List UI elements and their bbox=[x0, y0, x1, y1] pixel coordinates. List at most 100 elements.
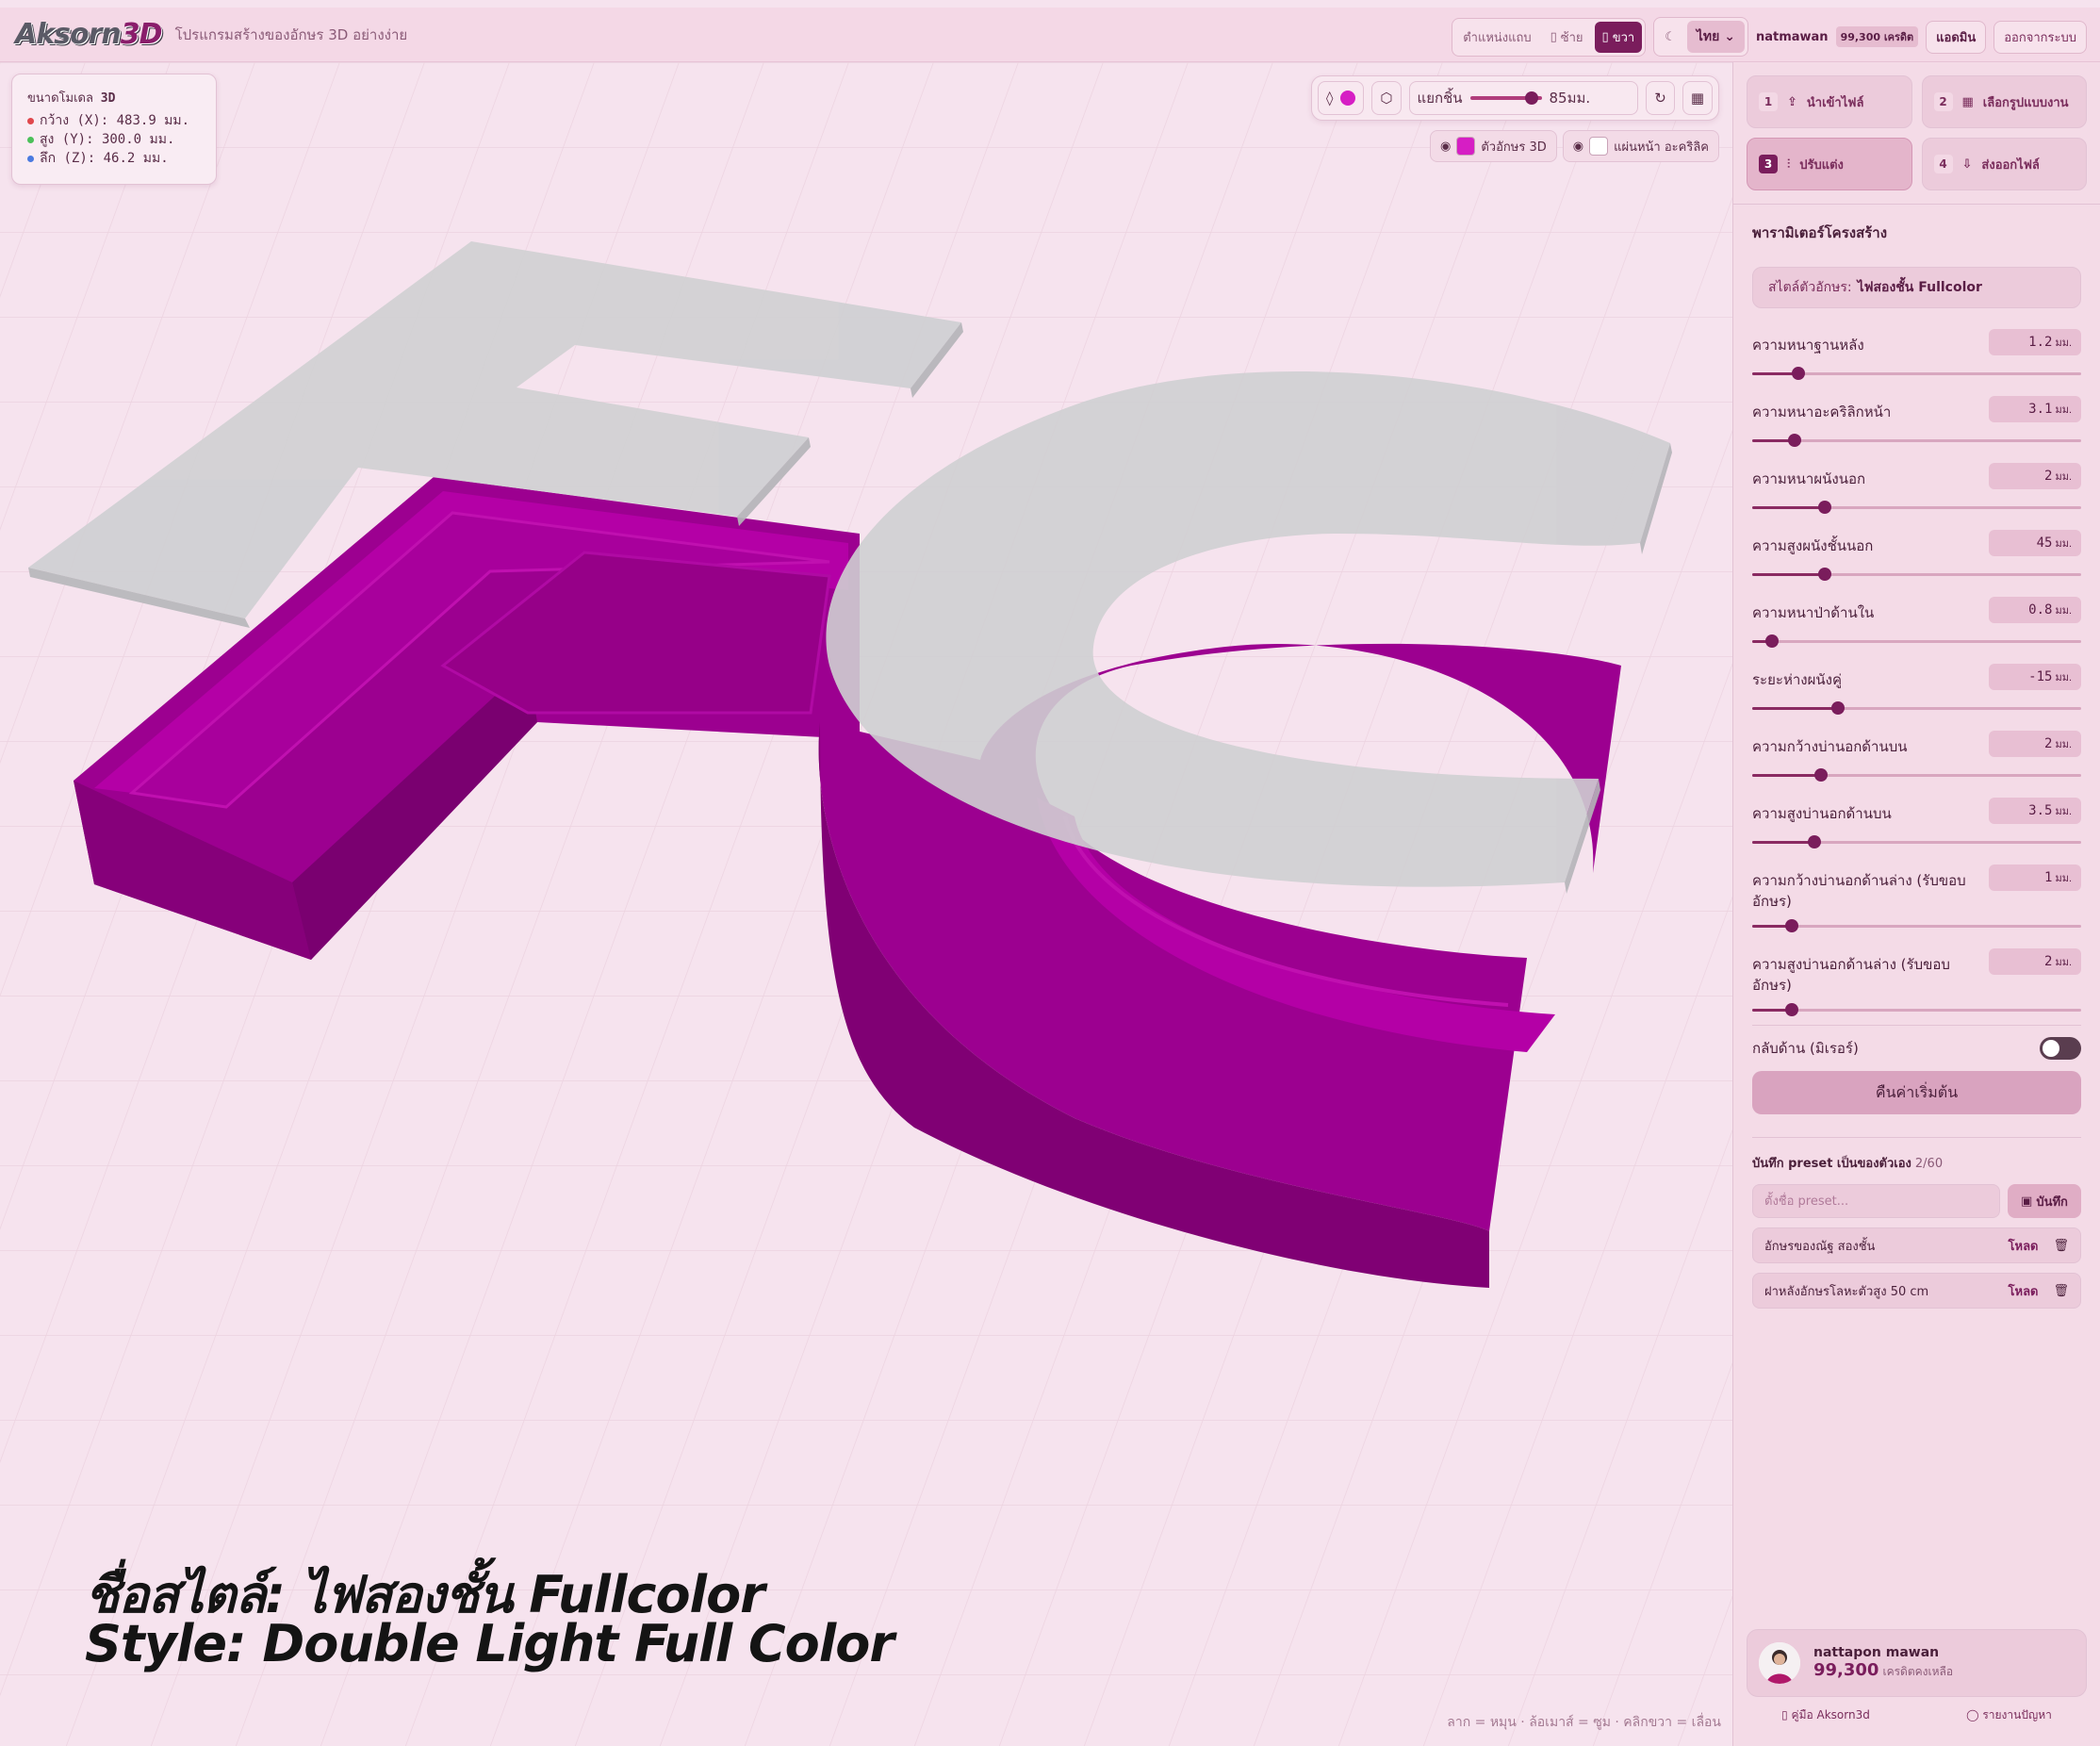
color-mode-toggle[interactable]: ◊ bbox=[1318, 81, 1365, 115]
trash-icon[interactable]: 🗑 bbox=[2053, 1284, 2069, 1298]
param-slider[interactable] bbox=[1752, 1003, 2081, 1016]
param-row: ระยะห่างผนังคู่ -15 มม. bbox=[1733, 656, 2100, 723]
layer-toggles: ◉ ตัวอักษร 3D ◉ แผ่นหน้า อะคริลิค bbox=[1430, 130, 1719, 162]
param-label: ความหนาป่าด้านใน bbox=[1752, 604, 1875, 621]
style-name-english: Style: Double Light Full Color bbox=[85, 1614, 894, 1673]
param-row: ความหนาป่าด้านใน 0.8 มม. bbox=[1733, 589, 2100, 656]
param-value-input[interactable]: -15 มม. bbox=[1989, 664, 2081, 690]
dark-mode-button[interactable]: ☾ bbox=[1657, 25, 1683, 50]
param-slider-knob[interactable] bbox=[1817, 568, 1831, 581]
cube-icon: ⬡ bbox=[1380, 90, 1393, 107]
param-value-input[interactable]: 1.2 มม. bbox=[1989, 329, 2081, 355]
sliders-icon: ⫶ bbox=[1787, 156, 1791, 172]
param-row: ความสูงบ่านอกด้านล่าง (รับขอบอักษร) 2 มม. bbox=[1733, 941, 2100, 1025]
letter-color-swatch[interactable] bbox=[1456, 137, 1476, 156]
param-value-input[interactable]: 3.5 มม. bbox=[1989, 798, 2081, 824]
refresh-icon: ↻ bbox=[1654, 90, 1666, 107]
language-select[interactable]: ไทย ⌄ bbox=[1686, 21, 1745, 53]
param-value-input[interactable]: 2 มม. bbox=[1989, 948, 2081, 975]
preset-title: บันทึก preset เป็นของตัวเอง 2/60 bbox=[1752, 1137, 2081, 1173]
param-value-input[interactable]: 1 มม. bbox=[1989, 865, 2081, 891]
param-slider-knob[interactable] bbox=[1784, 1003, 1798, 1016]
book-icon: ▯ bbox=[1781, 1708, 1788, 1721]
param-slider[interactable] bbox=[1752, 919, 2081, 932]
sidebar-position-label: ตำแหน่งแถบ bbox=[1463, 30, 1532, 45]
param-slider-knob[interactable] bbox=[1784, 919, 1798, 932]
profile-credits: 99,300 เครดิตคงเหลือ bbox=[1813, 1660, 1954, 1680]
app-logo[interactable]: Aksorn3D bbox=[15, 18, 163, 51]
sidebar-position-group: ตำแหน่งแถบ ▯ ซ้าย ▯ ขวา bbox=[1452, 17, 1647, 57]
logout-button[interactable]: ออกจากระบบ bbox=[1993, 20, 2087, 54]
sidebar-left-button[interactable]: ▯ ซ้าย bbox=[1543, 22, 1591, 53]
reset-defaults-button[interactable]: คืนค่าเริ่มต้น bbox=[1752, 1071, 2081, 1114]
3d-scene[interactable] bbox=[0, 62, 1732, 1746]
step-choose-style[interactable]: 2 ▦ เลือกรูปแบบงาน bbox=[1921, 75, 2087, 128]
param-value-input[interactable]: 2 มม. bbox=[1989, 463, 2081, 489]
top-bar: Aksorn3D โปรแกรมสร้างของอักษร 3D อย่างง่… bbox=[0, 8, 2100, 62]
profile-name: nattapon mawan bbox=[1813, 1645, 1940, 1660]
explode-control[interactable]: แยกชิ้น 85มม. bbox=[1408, 81, 1639, 115]
param-label: ระยะห่างผนังคู่ bbox=[1752, 671, 1842, 688]
sidebar-right-button[interactable]: ▯ ขวา bbox=[1594, 21, 1643, 53]
param-value-input[interactable]: 45 มม. bbox=[1989, 530, 2081, 556]
preset-load-button[interactable]: โหลด bbox=[2009, 1281, 2039, 1301]
preset-save-button[interactable]: ▣ บันทึก bbox=[2008, 1184, 2081, 1218]
sidebar-footer: ▯ คู่มือ Aksorn3d ◯ รายงานปัญหา bbox=[1733, 1706, 2100, 1724]
mirror-toggle[interactable] bbox=[2040, 1037, 2081, 1060]
param-slider[interactable] bbox=[1752, 634, 2081, 648]
param-slider-knob[interactable] bbox=[1788, 434, 1802, 447]
top-right-controls: ตำแหน่งแถบ ▯ ซ้าย ▯ ขวา ☾ ไทย ⌄ natmawan 9… bbox=[1452, 17, 2087, 57]
moon-icon: ☾ bbox=[1665, 29, 1676, 44]
layer-letter-toggle[interactable]: ◉ ตัวอักษร 3D bbox=[1430, 130, 1557, 162]
param-slider-knob[interactable] bbox=[1814, 768, 1829, 782]
trash-icon[interactable]: 🗑 bbox=[2053, 1239, 2069, 1253]
step-customize[interactable]: 3 ⫶ ปรับแต่ง bbox=[1747, 138, 1912, 190]
preset-name-input[interactable] bbox=[1752, 1184, 2000, 1218]
param-label: ความกว้างบ่านอกด้านบน bbox=[1752, 738, 1908, 755]
report-link[interactable]: ◯ รายงานปัญหา bbox=[1966, 1706, 2052, 1724]
step-export[interactable]: 4 ⇩ ส่งออกไฟล์ bbox=[1921, 138, 2087, 190]
dim-depth: ลึก (Z): 46.2 มม. bbox=[40, 151, 169, 166]
upload-icon: ⇪ bbox=[1787, 94, 1797, 109]
guide-link[interactable]: ▯ คู่มือ Aksorn3d bbox=[1781, 1706, 1870, 1724]
avatar bbox=[1759, 1642, 1800, 1684]
param-slider[interactable] bbox=[1752, 501, 2081, 514]
params-title: พารามิเตอร์โครงสร้าง bbox=[1752, 224, 1888, 241]
admin-button[interactable]: แอดมิน bbox=[1926, 20, 1987, 54]
param-slider-knob[interactable] bbox=[1808, 835, 1822, 848]
preset-name: อักษรของณัฐ สองชั้น bbox=[1764, 1239, 1876, 1254]
param-slider[interactable] bbox=[1752, 568, 2081, 581]
param-value-input[interactable]: 2 มม. bbox=[1989, 731, 2081, 757]
preset-count: 2/60 bbox=[1914, 1157, 1944, 1171]
cube-view-button[interactable]: ⬡ bbox=[1371, 81, 1402, 115]
param-slider-knob[interactable] bbox=[1764, 634, 1779, 648]
viewport-toolbar: ◊ ⬡ แยกชิ้น 85มม. ↻ ▦ bbox=[1311, 75, 1719, 121]
param-slider-knob[interactable] bbox=[1791, 367, 1805, 380]
3d-viewport[interactable]: ขนาดโมเดล 3D กว้าง (X): 483.9 มม. สูง (Y… bbox=[0, 62, 1732, 1746]
viewport-hint: ลาก = หมุน · ล้อเมาส์ = ซูม · คลิกขวา = … bbox=[1447, 1715, 1721, 1730]
step-import[interactable]: 1 ⇪ นำเข้าไฟล์ bbox=[1747, 75, 1912, 128]
user-profile-card[interactable]: nattapon mawan 99,300 เครดิตคงเหลือ bbox=[1747, 1629, 2087, 1697]
param-row: ความหนาฐานหลัง 1.2 มม. bbox=[1733, 321, 2100, 388]
param-slider-knob[interactable] bbox=[1830, 701, 1845, 715]
explode-slider[interactable] bbox=[1469, 91, 1542, 105]
param-value-input[interactable]: 3.1 มม. bbox=[1989, 396, 2081, 422]
front-color-swatch[interactable] bbox=[1589, 137, 1609, 156]
grid-toggle-button[interactable]: ▦ bbox=[1682, 81, 1713, 115]
reset-view-button[interactable]: ↻ bbox=[1646, 81, 1675, 115]
param-value-input[interactable]: 0.8 มม. bbox=[1989, 597, 2081, 623]
layer-front-toggle[interactable]: ◉ แผ่นหน้า อะคริลิค bbox=[1562, 130, 1719, 162]
param-slider[interactable] bbox=[1752, 701, 2081, 715]
param-slider[interactable] bbox=[1752, 434, 2081, 447]
param-label: ความหนาอะคริลิกหน้า bbox=[1752, 404, 1892, 420]
param-slider[interactable] bbox=[1752, 768, 2081, 782]
param-slider[interactable] bbox=[1752, 835, 2081, 848]
preset-save-row: ▣บันทึก bbox=[1752, 1184, 2081, 1218]
z-axis-dot bbox=[27, 155, 34, 162]
param-label: ความกว้างบ่านอกด้านล่าง (รับขอบอักษร) bbox=[1752, 872, 1966, 910]
top-username: natmawan bbox=[1755, 29, 1829, 44]
preset-load-button[interactable]: โหลด bbox=[2009, 1236, 2039, 1256]
param-slider-knob[interactable] bbox=[1817, 501, 1831, 514]
param-slider[interactable] bbox=[1752, 367, 2081, 380]
panel-right-icon: ▯ bbox=[1601, 29, 1609, 44]
